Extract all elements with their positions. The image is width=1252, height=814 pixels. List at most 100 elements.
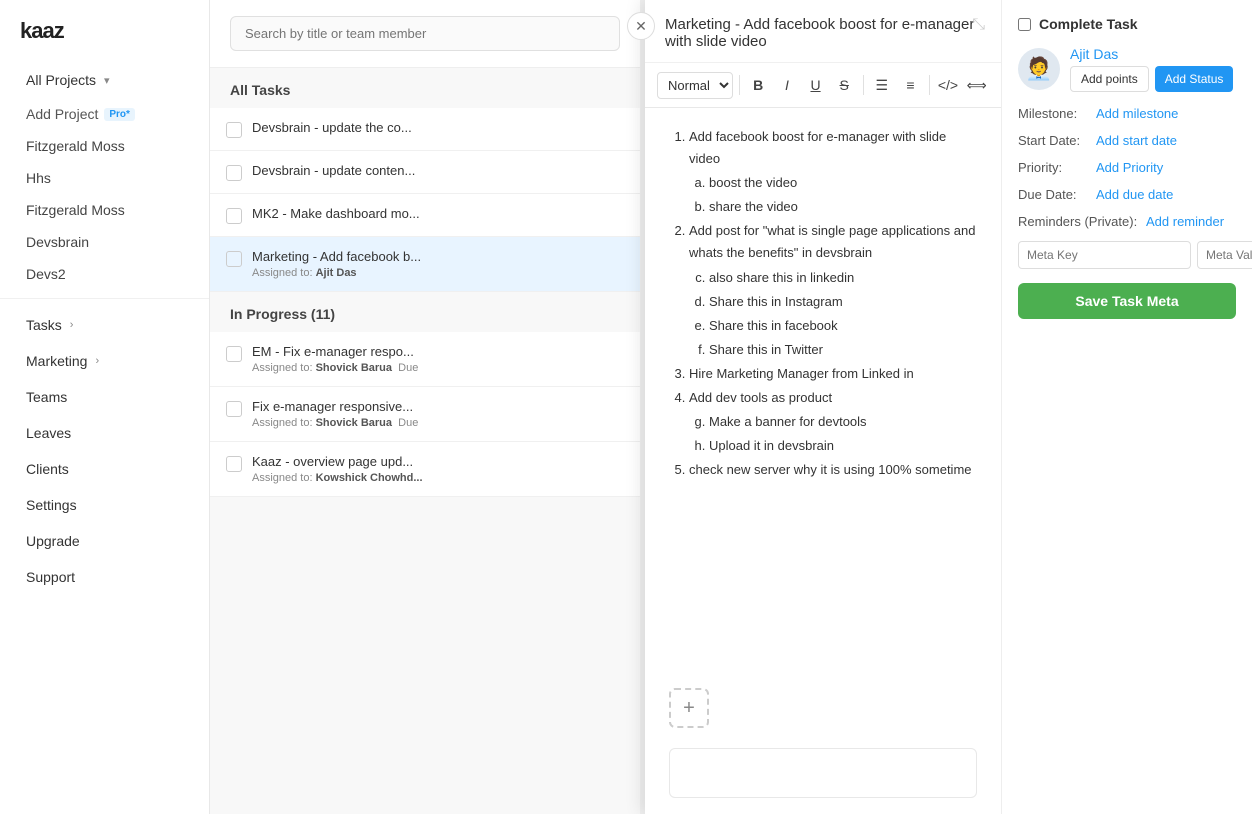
sidebar-all-projects[interactable]: All Projects ▾ (6, 63, 203, 97)
priority-value[interactable]: Add Priority (1096, 160, 1163, 175)
task-list-panel: All Tasks Devsbrain - update the co... D… (210, 0, 640, 814)
underline-button[interactable]: U (803, 71, 828, 99)
task-info-5: EM - Fix e-manager respo... Assigned to:… (252, 344, 624, 374)
task-modal-title: Marketing - Add facebook boost for e-man… (665, 16, 981, 50)
add-status-button[interactable]: Add Status (1155, 66, 1234, 92)
task-item-2[interactable]: Devsbrain - update conten... (210, 151, 640, 194)
app-logo: kaaz (0, 0, 209, 62)
toolbar-divider-3 (929, 75, 930, 95)
sidebar-project-fitzgerald-moss-2[interactable]: Fitzgerald Moss (6, 195, 203, 225)
task-checkbox-6[interactable] (226, 401, 242, 417)
sidebar-project-fitzgerald-moss-1[interactable]: Fitzgerald Moss (6, 131, 203, 161)
sidebar-item-marketing[interactable]: Marketing › (6, 344, 203, 378)
task-item-5[interactable]: EM - Fix e-manager respo... Assigned to:… (210, 332, 640, 387)
reminders-value[interactable]: Add reminder (1146, 214, 1224, 229)
sidebar-item-support[interactable]: Support (6, 560, 203, 594)
comment-area[interactable] (669, 748, 977, 798)
sidebar-add-project[interactable]: Add Project Pro* (6, 99, 203, 129)
due-date-value[interactable]: Add due date (1096, 187, 1173, 202)
task-info-4: Marketing - Add facebook b... Assigned t… (252, 249, 624, 279)
link-button[interactable]: ⟺ (964, 71, 989, 99)
priority-label: Priority: (1018, 160, 1088, 175)
leaves-label: Leaves (26, 425, 71, 441)
task-item-7[interactable]: Kaaz - overview page upd... Assigned to:… (210, 442, 640, 497)
start-date-value[interactable]: Add start date (1096, 133, 1177, 148)
task-checkbox-1[interactable] (226, 122, 242, 138)
assignee-name[interactable]: Ajit Das (1070, 46, 1233, 62)
complete-task-row: Complete Task (1018, 16, 1236, 32)
text-style-select[interactable]: Normal (657, 72, 733, 99)
assignee-6: Shovick Barua (316, 417, 392, 429)
task-item-1[interactable]: Devsbrain - update the co... (210, 108, 640, 151)
meta-value-input[interactable] (1197, 241, 1252, 269)
teams-label: Teams (26, 389, 67, 405)
task-checkbox-3[interactable] (226, 208, 242, 224)
milestone-label: Milestone: (1018, 106, 1088, 121)
clients-label: Clients (26, 461, 69, 477)
task-modal-main: Marketing - Add facebook boost for e-man… (645, 0, 1002, 814)
task-title-6: Fix e-manager responsive... (252, 399, 624, 414)
sidebar-project-devsbrain[interactable]: Devsbrain (6, 227, 203, 257)
start-date-label: Start Date: (1018, 133, 1088, 148)
task-title-3: MK2 - Make dashboard mo... (252, 206, 624, 221)
close-button[interactable]: ✕ (627, 12, 655, 40)
task-modal-sidebar: Complete Task 🧑‍💼 Ajit Das Add points Ad… (1002, 0, 1252, 814)
sidebar-item-settings[interactable]: Settings (6, 488, 203, 522)
task-meta-4: Assigned to: Ajit Das (252, 267, 624, 279)
search-input[interactable] (230, 16, 620, 51)
task-title-2: Devsbrain - update conten... (252, 163, 624, 178)
main-area: All Tasks Devsbrain - update the co... D… (210, 0, 1252, 814)
code-button[interactable]: </> (936, 71, 961, 99)
unordered-list-button[interactable]: ≡ (898, 71, 923, 99)
task-checkbox-5[interactable] (226, 346, 242, 362)
sidebar-item-clients[interactable]: Clients (6, 452, 203, 486)
italic-button[interactable]: I (775, 71, 800, 99)
milestone-value[interactable]: Add milestone (1096, 106, 1178, 121)
assignee-7: Kowshick Chowhd... (316, 472, 423, 484)
task-title-4: Marketing - Add facebook b... (252, 249, 624, 264)
task-checkbox-4[interactable] (226, 251, 242, 267)
reminders-row: Reminders (Private): Add reminder (1018, 214, 1236, 229)
sidebar: kaaz All Projects ▾ Add Project Pro* Fit… (0, 0, 210, 814)
chevron-down-icon: ▾ (104, 74, 110, 87)
sidebar-item-tasks[interactable]: Tasks › (6, 308, 203, 342)
support-label: Support (26, 569, 75, 585)
sidebar-project-devs2[interactable]: Devs2 (6, 259, 203, 289)
add-attachment-button[interactable]: + (669, 688, 709, 728)
sidebar-item-upgrade[interactable]: Upgrade (6, 524, 203, 558)
task-meta-5: Assigned to: Shovick Barua Due (252, 362, 624, 374)
task-info-1: Devsbrain - update the co... (252, 120, 624, 135)
start-date-row: Start Date: Add start date (1018, 133, 1236, 148)
task-checkbox-7[interactable] (226, 456, 242, 472)
task-info-3: MK2 - Make dashboard mo... (252, 206, 624, 221)
sidebar-item-leaves[interactable]: Leaves (6, 416, 203, 450)
assignee-name-4: Ajit Das (316, 267, 357, 279)
strikethrough-button[interactable]: S (832, 71, 857, 99)
task-item-3[interactable]: MK2 - Make dashboard mo... (210, 194, 640, 237)
add-points-button[interactable]: Add points (1070, 66, 1149, 92)
task-item-4[interactable]: Marketing - Add facebook b... Assigned t… (210, 237, 640, 292)
avatar-person-icon: 🧑‍💼 (1025, 56, 1052, 82)
priority-row: Priority: Add Priority (1018, 160, 1236, 175)
task-checkbox-2[interactable] (226, 165, 242, 181)
search-bar (210, 0, 640, 68)
pro-badge: Pro* (104, 108, 135, 121)
assignee-5: Shovick Barua (316, 362, 392, 374)
task-item-6[interactable]: Fix e-manager responsive... Assigned to:… (210, 387, 640, 442)
assignee-info: Ajit Das Add points Add Status (1070, 46, 1233, 92)
save-task-meta-button[interactable]: Save Task Meta (1018, 283, 1236, 319)
editor-content[interactable]: Add facebook boost for e-manager with sl… (645, 108, 1001, 676)
chevron-right-icon: › (70, 319, 74, 331)
complete-task-checkbox[interactable] (1018, 18, 1031, 31)
bold-button[interactable]: B (746, 71, 771, 99)
toolbar-divider-1 (739, 75, 740, 95)
resize-icon[interactable]: ⤡ (972, 16, 985, 34)
divider-1 (0, 298, 209, 299)
ordered-list-button[interactable]: ☰ (869, 71, 894, 99)
editor-toolbar: Normal B I U S ☰ ≡ </> ⟺ (645, 63, 1001, 108)
milestone-row: Milestone: Add milestone (1018, 106, 1236, 121)
meta-key-input[interactable] (1018, 241, 1191, 269)
sidebar-item-teams[interactable]: Teams (6, 380, 203, 414)
sidebar-project-hhs[interactable]: Hhs (6, 163, 203, 193)
tasks-label: Tasks (26, 317, 62, 333)
